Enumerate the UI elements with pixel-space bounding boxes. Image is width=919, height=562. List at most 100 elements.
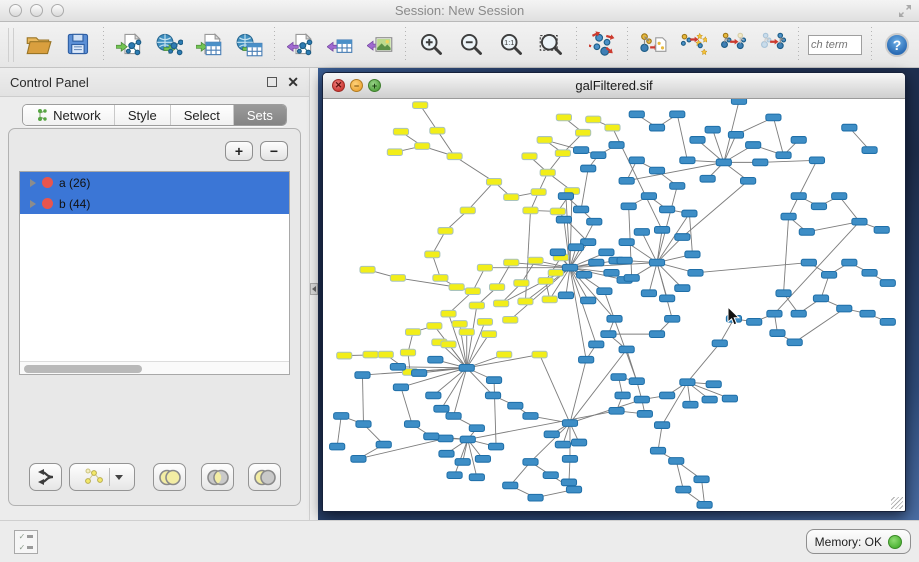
expand-arrow-icon[interactable]	[30, 179, 36, 187]
graph-node	[716, 159, 731, 166]
remove-set-button[interactable]: −	[260, 141, 288, 161]
graph-node	[400, 349, 415, 356]
new-network-from-selection-button[interactable]	[633, 26, 673, 64]
graph-node	[832, 193, 847, 200]
tab-network[interactable]: Network	[23, 105, 115, 125]
panel-splitter[interactable]	[310, 68, 318, 520]
zoom-actual-button[interactable]: 1:1	[491, 26, 531, 64]
import-table-file-button[interactable]	[189, 26, 229, 64]
toolbar-separator	[576, 27, 577, 63]
apply-layout-button[interactable]	[582, 26, 622, 64]
fullscreen-icon[interactable]	[897, 3, 913, 19]
memory-status-label: Memory: OK	[815, 535, 882, 549]
graph-node	[465, 288, 480, 295]
graph-node	[528, 494, 543, 501]
import-network-url-icon	[156, 31, 183, 58]
graph-node	[337, 352, 352, 359]
graph-node	[412, 370, 427, 377]
search-input[interactable]	[808, 35, 862, 55]
import-table-file-icon	[196, 31, 223, 58]
graph-node	[387, 149, 402, 156]
open-button[interactable]	[18, 26, 58, 64]
difference-sets-button[interactable]	[248, 463, 281, 491]
intersect-sets-button[interactable]	[201, 463, 234, 491]
tab-select[interactable]: Select	[171, 105, 234, 125]
graph-node	[543, 472, 558, 479]
graph-node	[599, 249, 614, 256]
graph-node	[363, 351, 378, 358]
graph-node	[477, 264, 492, 271]
network-canvas[interactable]	[323, 99, 905, 511]
import-network-file-button[interactable]	[109, 26, 149, 64]
graph-node	[650, 447, 665, 454]
graph-node	[486, 178, 501, 185]
graph-node	[862, 269, 877, 276]
close-panel-icon[interactable]: ✕	[287, 75, 299, 89]
graph-node	[555, 441, 570, 448]
help-button[interactable]: ?	[885, 33, 909, 57]
import-network-url-button[interactable]	[149, 26, 189, 64]
minimize-window-button[interactable]	[30, 4, 43, 17]
zoom-out-icon	[458, 31, 485, 58]
horizontal-scrollbar[interactable]	[20, 361, 289, 374]
zoom-window-button[interactable]	[51, 4, 64, 17]
graph-node	[503, 482, 518, 489]
close-network-icon[interactable]: ✕	[332, 79, 345, 92]
first-neighbors-button[interactable]	[673, 26, 713, 64]
set-list-item[interactable]: a (26)	[20, 172, 289, 193]
network-graph[interactable]	[323, 99, 905, 511]
graph-node	[660, 392, 675, 399]
graph-node	[576, 129, 591, 136]
graph-node	[767, 310, 782, 317]
collapse-panel-handle[interactable]	[310, 283, 318, 295]
export-image-button[interactable]	[360, 26, 400, 64]
scrollbar-thumb[interactable]	[24, 365, 142, 373]
graph-node	[441, 341, 456, 348]
task-history-button[interactable]: ✓ ✓	[14, 530, 38, 554]
graph-node	[619, 239, 634, 246]
tab-sets[interactable]: Sets	[234, 105, 286, 125]
toolbar-separator	[798, 27, 799, 63]
hide-selected-button[interactable]	[713, 26, 753, 64]
zoom-selected-button[interactable]	[531, 26, 571, 64]
create-set-combo-button[interactable]	[69, 463, 135, 491]
network-window[interactable]: ✕ − + galFiltered.sif	[322, 72, 906, 512]
set-list-item[interactable]: b (44)	[20, 193, 289, 214]
network-window-titlebar[interactable]: ✕ − + galFiltered.sif	[323, 73, 905, 99]
graph-node	[438, 228, 453, 235]
zoom-out-button[interactable]	[451, 26, 491, 64]
sets-panel: + − a (26) b (44)	[8, 128, 301, 506]
graph-node	[504, 194, 519, 201]
import-table-url-button[interactable]	[229, 26, 269, 64]
export-network-button[interactable]	[280, 26, 320, 64]
zoom-in-button[interactable]	[411, 26, 451, 64]
graph-node	[654, 422, 669, 429]
export-table-button[interactable]	[320, 26, 360, 64]
graph-node	[514, 280, 529, 287]
graph-node	[581, 165, 596, 172]
graph-node	[746, 142, 761, 149]
show-all-button[interactable]	[753, 26, 793, 64]
float-panel-icon[interactable]	[267, 77, 277, 87]
maximize-network-icon[interactable]: +	[368, 79, 381, 92]
expand-arrow-icon[interactable]	[30, 200, 36, 208]
minimize-network-icon[interactable]: −	[350, 79, 363, 92]
dropdown-arrow-icon[interactable]	[115, 475, 123, 480]
tab-label: Select	[184, 108, 220, 123]
graph-node	[562, 420, 577, 427]
graph-node	[523, 413, 538, 420]
save-button[interactable]	[58, 26, 98, 64]
memory-status-button[interactable]: Memory: OK	[806, 529, 911, 554]
toolbar-drag-handle[interactable]	[8, 28, 14, 62]
resize-grip-icon[interactable]	[891, 497, 903, 509]
graph-node	[522, 153, 537, 160]
apply-layout-icon	[589, 31, 616, 58]
graph-node	[682, 210, 697, 217]
tab-style[interactable]: Style	[115, 105, 171, 125]
graph-node	[821, 272, 836, 279]
graph-node	[741, 177, 756, 184]
union-sets-button[interactable]	[153, 463, 186, 491]
close-window-button[interactable]	[9, 4, 22, 17]
add-set-button[interactable]: +	[225, 141, 253, 161]
split-set-button[interactable]	[29, 463, 62, 491]
